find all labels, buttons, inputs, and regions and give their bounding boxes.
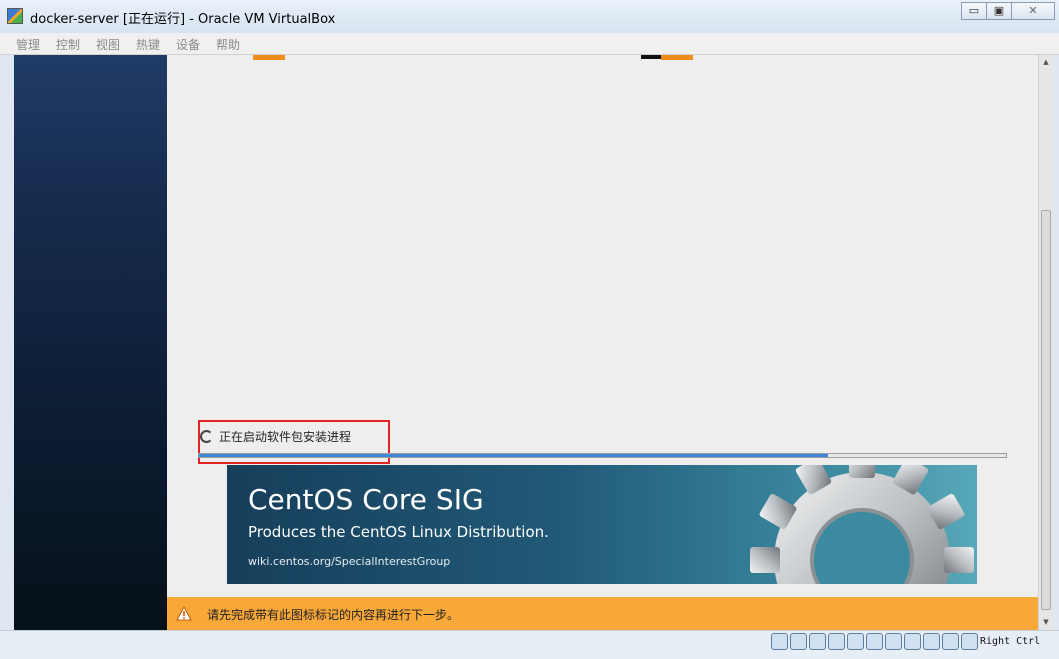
vertical-scrollbar[interactable]: ▲ ▼ <box>1038 55 1053 630</box>
install-progress-bar <box>198 453 1007 458</box>
spoke-indicator-dark <box>641 55 661 59</box>
install-progress-fill <box>199 454 829 457</box>
scroll-down-icon[interactable]: ▼ <box>1040 617 1052 627</box>
status-bar: Right Ctrl <box>0 630 1059 659</box>
banner-subtitle: Produces the CentOS Linux Distribution. <box>248 523 549 541</box>
close-button[interactable]: ✕ <box>1011 2 1055 20</box>
video-capture-icon[interactable] <box>904 633 921 650</box>
installer-sidebar <box>14 55 167 630</box>
warning-icon <box>176 606 192 621</box>
menu-view[interactable]: 视图 <box>96 36 120 53</box>
gear-icon <box>750 465 974 584</box>
keyboard-capture-icon[interactable] <box>961 633 978 650</box>
warning-bar: 请先完成带有此图标标记的内容再进行下一步。 <box>167 597 1038 630</box>
window-title: docker-server [正在运行] - Oracle VM Virtual… <box>30 12 336 27</box>
audio-icon[interactable] <box>809 633 826 650</box>
menu-devices[interactable]: 设备 <box>176 36 200 53</box>
centos-banner: CentOS Core SIG Produces the CentOS Linu… <box>227 465 977 584</box>
minimize-button[interactable]: ▭ <box>961 2 987 20</box>
usb-icon[interactable] <box>847 633 864 650</box>
scroll-thumb[interactable] <box>1041 210 1051 610</box>
shared-folders-icon[interactable] <box>866 633 883 650</box>
mouse-integration-icon[interactable] <box>942 633 959 650</box>
restore-button[interactable]: ▣ <box>986 2 1012 20</box>
device-icons <box>771 633 980 650</box>
title-bar: docker-server [正在运行] - Oracle VM Virtual… <box>0 0 1059 34</box>
display-icon[interactable] <box>885 633 902 650</box>
vm-display[interactable]: 正在启动软件包安装进程 CentOS Core SIG Produces the… <box>14 55 1038 630</box>
hard-disk-icon[interactable] <box>771 633 788 650</box>
warning-text: 请先完成带有此图标标记的内容再进行下一步。 <box>207 608 460 622</box>
network-icon[interactable] <box>828 633 845 650</box>
cpu-icon[interactable] <box>923 633 940 650</box>
banner-link: wiki.centos.org/SpecialInterestGroup <box>248 555 451 568</box>
window-controls: ▭ ▣ ✕ <box>961 2 1055 20</box>
menu-manage[interactable]: 管理 <box>16 36 40 53</box>
menu-control[interactable]: 控制 <box>56 36 80 53</box>
menu-help[interactable]: 帮助 <box>216 36 240 53</box>
spoke-indicator-left <box>253 55 285 60</box>
banner-title: CentOS Core SIG <box>248 483 484 516</box>
menu-bar: 管理 控制 视图 热键 设备 帮助 <box>0 33 1059 55</box>
host-key-label: Right Ctrl <box>980 636 1041 647</box>
virtualbox-app-icon <box>7 8 23 24</box>
spoke-indicator-right <box>661 55 693 60</box>
optical-drive-icon[interactable] <box>790 633 807 650</box>
menu-hotkeys[interactable]: 热键 <box>136 36 160 53</box>
scroll-up-icon[interactable]: ▲ <box>1040 57 1052 67</box>
